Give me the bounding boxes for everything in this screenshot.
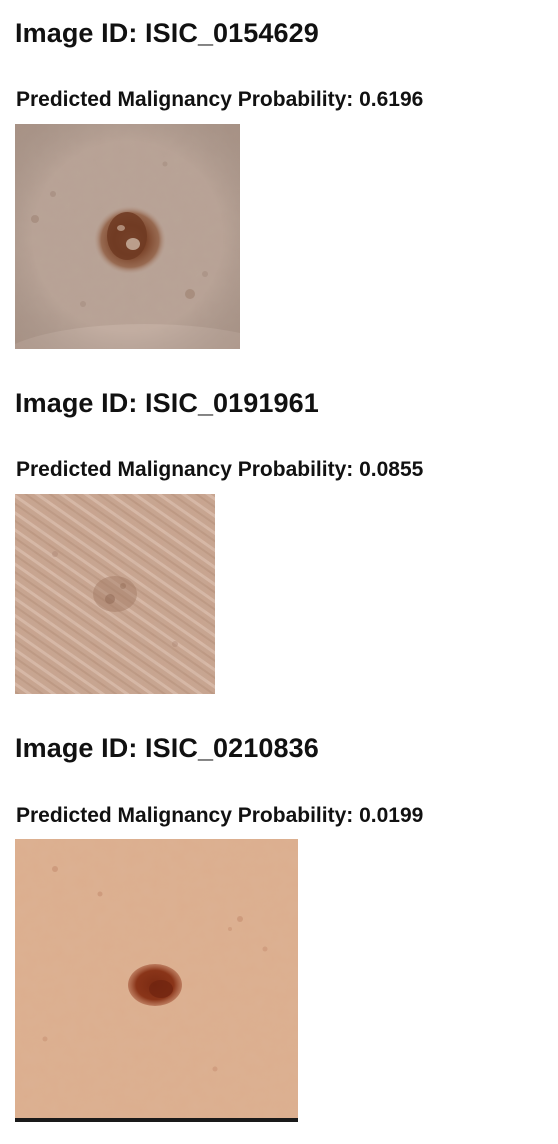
result-entry-3: Image ID: ISIC_0210836 Predicted Maligna…: [15, 733, 423, 1122]
result-entry-2: Image ID: ISIC_0191961 Predicted Maligna…: [15, 388, 423, 694]
skin-lesion-image: [15, 494, 215, 694]
image-id-heading: Image ID: ISIC_0210836: [15, 733, 319, 763]
image-id-heading: Image ID: ISIC_0154629: [15, 18, 319, 48]
probability-label: Predicted Malignancy Probability: 0.0855: [16, 458, 424, 481]
skin-lesion-image: [15, 124, 240, 349]
result-entry-1: Image ID: ISIC_0154629 Predicted Maligna…: [15, 18, 423, 349]
image-id-heading: Image ID: ISIC_0191961: [15, 388, 319, 418]
skin-lesion-image: [15, 839, 298, 1122]
probability-label: Predicted Malignancy Probability: 0.0199: [16, 804, 424, 827]
probability-label: Predicted Malignancy Probability: 0.6196: [16, 88, 424, 111]
